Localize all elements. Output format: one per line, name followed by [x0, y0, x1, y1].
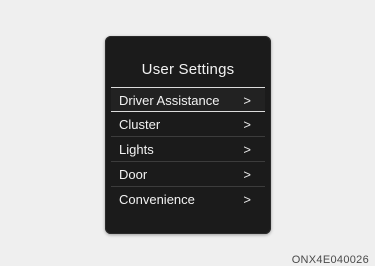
chevron-right-icon: > — [243, 142, 251, 157]
chevron-right-icon: > — [243, 192, 251, 207]
menu-item-label: Convenience — [119, 192, 195, 207]
figure-code: ONX4E040026 — [291, 254, 369, 266]
menu-item-label: Lights — [119, 142, 154, 157]
menu-item-convenience[interactable]: Convenience > — [111, 187, 265, 212]
settings-menu: Driver Assistance > Cluster > Lights > D… — [111, 87, 265, 212]
screen-title: User Settings — [141, 61, 235, 78]
menu-item-label: Door — [119, 167, 148, 182]
menu-item-label: Cluster — [119, 117, 161, 132]
chevron-right-icon: > — [243, 93, 251, 108]
user-settings-screen: User Settings Driver Assistance > Cluste… — [105, 36, 271, 234]
chevron-right-icon: > — [243, 167, 251, 182]
menu-item-driver-assistance[interactable]: Driver Assistance > — [111, 87, 265, 112]
menu-item-label: Driver Assistance — [119, 93, 220, 108]
menu-item-cluster[interactable]: Cluster > — [111, 112, 265, 137]
menu-item-lights[interactable]: Lights > — [111, 137, 265, 162]
menu-item-door[interactable]: Door > — [111, 162, 265, 187]
chevron-right-icon: > — [243, 117, 251, 132]
